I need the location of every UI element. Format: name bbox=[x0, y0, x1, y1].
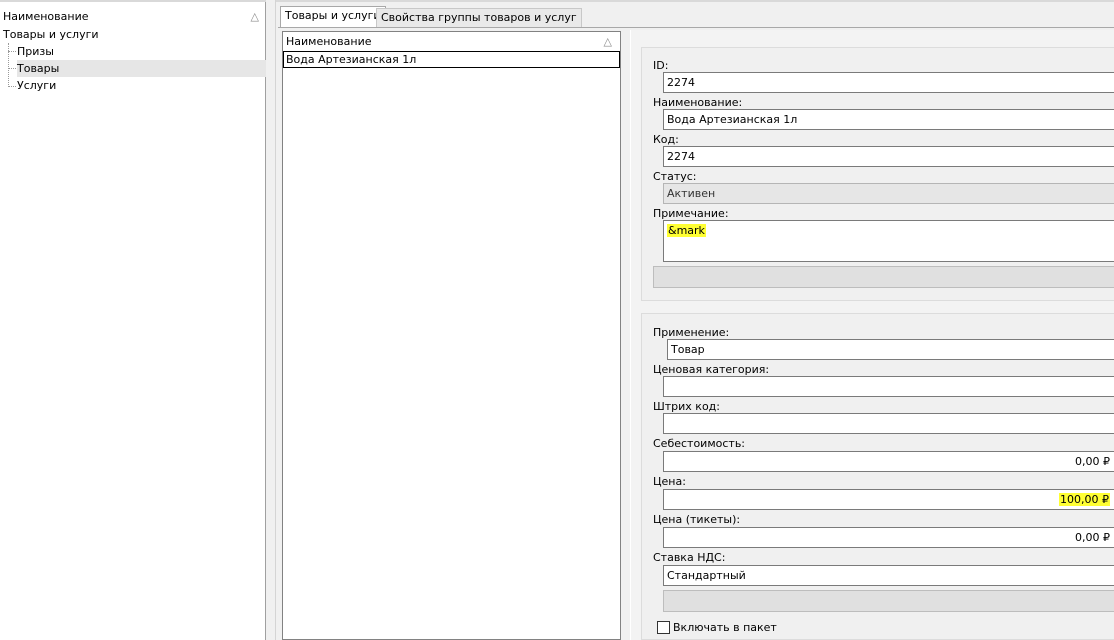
cost-field[interactable]: 0,00 ₽ bbox=[663, 451, 1114, 472]
tree-header-label: Наименование bbox=[3, 10, 89, 23]
tree-item-services[interactable]: Услуги bbox=[17, 77, 266, 94]
status-label: Статус: bbox=[653, 170, 697, 183]
include-in-package-checkbox[interactable] bbox=[657, 621, 670, 634]
tree-column-header[interactable]: Наименование △ bbox=[3, 10, 263, 26]
top-border bbox=[0, 0, 1114, 2]
note-bar bbox=[653, 266, 1114, 288]
barcode-label: Штрих код: bbox=[653, 400, 720, 413]
price-tickets-label: Цена (тикеты): bbox=[653, 513, 741, 526]
tree-item-prizes[interactable]: Призы bbox=[17, 43, 266, 60]
usage-label: Применение: bbox=[653, 326, 730, 339]
vat-bar bbox=[663, 590, 1114, 612]
include-in-package-label: Включать в пакет bbox=[673, 621, 777, 634]
goods-list bbox=[282, 31, 621, 640]
tab-goods-and-services[interactable]: Товары и услуги bbox=[280, 6, 386, 27]
cost-label: Себестоимость: bbox=[653, 437, 746, 450]
tree-root-item[interactable]: Товары и услуги bbox=[3, 28, 99, 41]
list-column-header[interactable]: Наименование △ bbox=[286, 35, 616, 51]
price-field[interactable]: 100,00 ₽ bbox=[663, 489, 1114, 510]
list-item[interactable]: Вода Артезианская 1л bbox=[283, 51, 620, 68]
price-label: Цена: bbox=[653, 475, 686, 488]
usage-select[interactable]: Товар bbox=[667, 339, 1114, 360]
code-label: Код: bbox=[653, 133, 679, 146]
name-field[interactable]: Вода Артезианская 1л bbox=[663, 109, 1114, 130]
vat-label: Ставка НДС: bbox=[653, 551, 726, 564]
sort-triangle-icon: △ bbox=[250, 10, 259, 23]
price-category-field[interactable] bbox=[663, 376, 1114, 397]
panel-splitter[interactable] bbox=[266, 0, 276, 640]
vat-select[interactable]: Стандартный bbox=[663, 565, 1114, 586]
note-text: &mark bbox=[667, 224, 706, 237]
tree-connector bbox=[8, 43, 9, 87]
category-tree-panel bbox=[0, 0, 266, 640]
code-field[interactable]: 2274 bbox=[663, 146, 1114, 167]
list-header-label: Наименование bbox=[286, 35, 372, 48]
barcode-field[interactable] bbox=[663, 413, 1114, 434]
price-tickets-field[interactable]: 0,00 ₽ bbox=[663, 527, 1114, 548]
tree-connector bbox=[8, 51, 16, 52]
tab-divider bbox=[278, 27, 1114, 28]
status-field: Активен bbox=[663, 183, 1114, 204]
price-category-label: Ценовая категория: bbox=[653, 363, 770, 376]
price-value: 100,00 ₽ bbox=[1059, 493, 1110, 506]
id-label: ID: bbox=[653, 59, 669, 72]
sort-triangle-icon: △ bbox=[603, 35, 612, 48]
name-label: Наименование: bbox=[653, 96, 743, 109]
tree-connector bbox=[8, 86, 16, 87]
tree-connector bbox=[8, 68, 16, 69]
note-textarea[interactable]: &mark bbox=[663, 220, 1114, 262]
id-field[interactable]: 2274 bbox=[663, 72, 1114, 93]
note-label: Примечание: bbox=[653, 207, 729, 220]
tree-item-goods[interactable]: Товары bbox=[17, 60, 266, 77]
tab-group-properties[interactable]: Свойства группы товаров и услуг bbox=[376, 8, 582, 27]
